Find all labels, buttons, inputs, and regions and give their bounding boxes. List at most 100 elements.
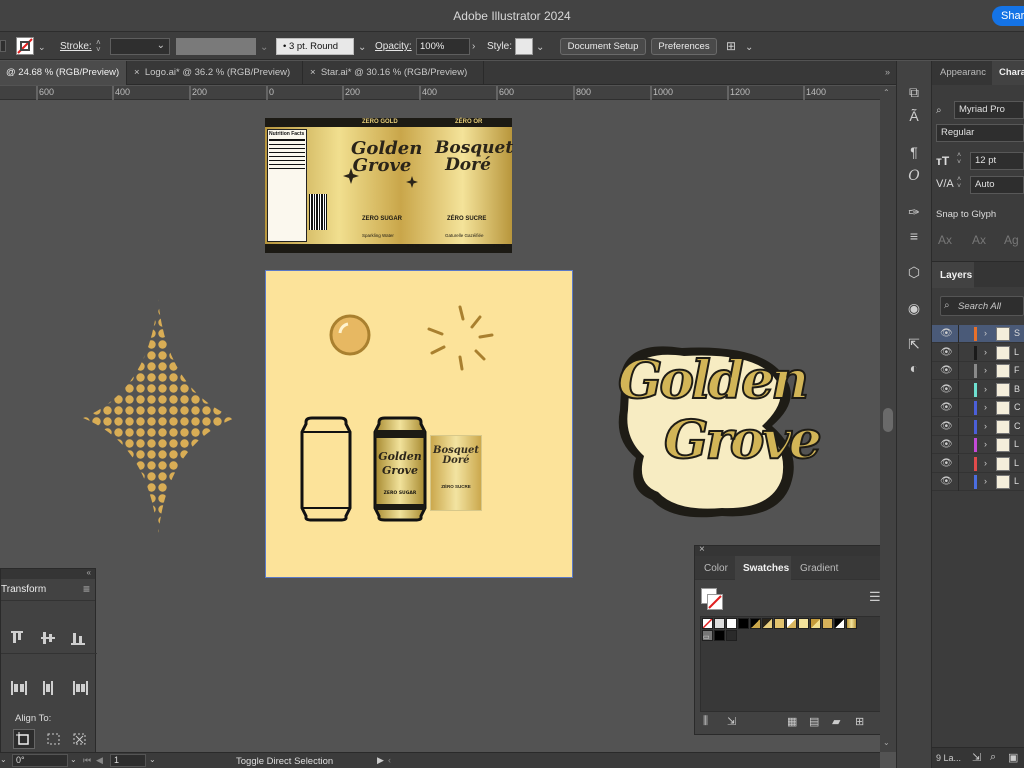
artboard-navigation-field[interactable]: 1	[110, 754, 146, 767]
swatch-gold-3[interactable]	[774, 618, 785, 629]
align-row-vertical-icons[interactable]	[9, 629, 89, 647]
stepper-icon[interactable]: ˄ ˅	[957, 176, 961, 190]
eye-icon[interactable]: 👁	[940, 328, 953, 339]
tab-layers[interactable]: Layers	[940, 270, 972, 281]
layer-row[interactable]: 👁 › L	[932, 343, 1024, 362]
swatch-gold-6[interactable]	[810, 618, 821, 629]
stroke-panel-icon[interactable]: ≡	[905, 227, 923, 245]
collapse-icon[interactable]: «	[87, 568, 91, 577]
eye-icon[interactable]: 👁	[940, 476, 953, 487]
snap-baseline-icon[interactable]: Ax	[938, 233, 952, 247]
layer-row[interactable]: 👁 › F	[932, 362, 1024, 380]
stroke-label[interactable]: Stroke:	[60, 41, 92, 52]
eye-icon[interactable]: 👁	[940, 421, 953, 432]
close-icon[interactable]: ×	[310, 67, 316, 78]
swatch-gold-2[interactable]	[762, 618, 773, 629]
stepper-icon[interactable]: ˄ ˅	[96, 39, 101, 54]
locate-object-icon[interactable]: ⌕	[990, 751, 996, 764]
swatch-gold-gradient[interactable]	[846, 618, 857, 629]
swatch-kind-icon[interactable]: ▦	[787, 715, 797, 728]
align-to-artboard-button[interactable]	[13, 729, 35, 749]
eye-icon[interactable]: 👁	[940, 347, 953, 358]
chevron-right-icon[interactable]: ›	[984, 328, 987, 338]
eye-icon[interactable]: 👁	[940, 365, 953, 376]
font-size-field[interactable]: 12 pt	[970, 152, 1024, 170]
swatch-gold-5[interactable]	[798, 618, 809, 629]
label-artboard[interactable]: Nutrition Facts ZERO GOLD ZÉRO OR Golden…	[265, 118, 513, 253]
swatch-bw[interactable]	[834, 618, 845, 629]
tab-character[interactable]: Chara	[999, 61, 1024, 85]
place-swatches-icon[interactable]: ⇲	[727, 715, 736, 728]
chevron-down-icon[interactable]: ⌄	[536, 42, 544, 53]
chevron-right-icon[interactable]: ›	[984, 347, 987, 357]
stroke-weight-field[interactable]: ⌄	[110, 38, 170, 55]
graphic-style-swatch[interactable]	[515, 38, 533, 55]
swatch-dark-gray[interactable]	[726, 630, 737, 641]
chevron-right-icon[interactable]: ›	[984, 365, 987, 375]
vertical-scrollbar[interactable]: ⌃ ⌄	[880, 86, 896, 752]
share-button[interactable]: Share	[992, 6, 1024, 26]
swatch-white[interactable]	[726, 618, 737, 629]
chevron-down-icon[interactable]: ⌄	[0, 755, 10, 764]
snap-glyph-bounds-icon[interactable]: Ag	[1004, 233, 1019, 247]
tab-appearance[interactable]: Appearanc	[940, 61, 986, 85]
first-artboard-icon[interactable]: ⏮	[83, 755, 91, 766]
chevron-right-icon[interactable]: ›	[984, 421, 987, 431]
variable-width-profile[interactable]	[176, 38, 256, 55]
list-view-icon[interactable]: ☰	[869, 589, 880, 605]
chevron-right-icon[interactable]: ›	[984, 439, 987, 449]
layer-row[interactable]: 👁 › L	[932, 454, 1024, 473]
clipping-mask-icon[interactable]: ▣	[1008, 751, 1018, 764]
swatch-folder[interactable]: ▭	[702, 630, 713, 641]
rotate-view-field[interactable]: 0°	[12, 754, 68, 767]
icons-artboard[interactable]: Golden Grove ZERO SUGAR Bosquet Doré ZÉRO…	[265, 270, 573, 578]
close-icon[interactable]: ×	[134, 67, 140, 78]
collapse-panels-icon[interactable]: »	[885, 67, 890, 77]
close-icon[interactable]: ×	[699, 544, 705, 555]
previous-artboard-icon[interactable]: ◀	[96, 755, 103, 766]
transform-tab[interactable]: Transform	[1, 584, 46, 595]
opentype-icon[interactable]: O	[905, 167, 923, 185]
scroll-up-icon[interactable]: ⌃	[883, 88, 890, 97]
leading-field[interactable]: Auto	[970, 176, 1024, 194]
swatch-gold-7[interactable]	[822, 618, 833, 629]
eye-icon[interactable]: 👁	[940, 402, 953, 413]
chevron-right-icon[interactable]: ›	[984, 458, 987, 468]
preferences-button[interactable]: Preferences	[651, 38, 717, 55]
new-color-group-icon[interactable]: ▰	[832, 715, 840, 728]
stepper-icon[interactable]: ˄ ˅	[957, 152, 961, 166]
swatch-gold-4[interactable]	[786, 618, 797, 629]
layer-row[interactable]: 👁 › S	[932, 325, 1024, 343]
eye-icon[interactable]: 👁	[940, 439, 953, 450]
swatch-black-2[interactable]	[714, 630, 725, 641]
fill-swatch[interactable]	[0, 40, 6, 52]
chevron-right-icon[interactable]: ›	[984, 384, 987, 394]
chevron-down-icon[interactable]: ⌄	[70, 755, 77, 764]
layer-row[interactable]: 👁 › L	[932, 436, 1024, 454]
opacity-label[interactable]: Opacity:	[375, 41, 412, 52]
golden-grove-logo-art[interactable]: Golden Grove	[612, 340, 823, 530]
layer-row[interactable]: 👁 › L	[932, 473, 1024, 491]
export-icon[interactable]: ⇱	[905, 335, 923, 353]
chevron-down-icon[interactable]: ⌄	[358, 42, 366, 53]
brush-definition-field[interactable]: • 3 pt. Round	[276, 38, 354, 55]
tab-color[interactable]: Color	[704, 563, 728, 574]
tab-star[interactable]: × Star.ai* @ 30.16 % (RGB/Preview)	[304, 61, 484, 85]
chevron-right-icon[interactable]: ›	[984, 476, 987, 486]
layer-row[interactable]: 👁 › C	[932, 417, 1024, 436]
chevron-down-icon[interactable]: ⌄	[745, 42, 753, 53]
opacity-field[interactable]: 100%	[416, 38, 470, 55]
tab-current-document[interactable]: @ 24.68 % (RGB/Preview)	[0, 61, 127, 85]
scroll-left-icon[interactable]: ‹	[388, 755, 391, 765]
export-icon[interactable]: ⇲	[972, 751, 981, 764]
eye-icon[interactable]: 👁	[940, 384, 953, 395]
stroke-swatch[interactable]	[707, 594, 723, 610]
scroll-thumb[interactable]	[883, 408, 893, 432]
align-to-selection-icon[interactable]	[45, 731, 63, 747]
chevron-down-icon[interactable]: ⌄	[149, 755, 156, 764]
panel-menu-icon[interactable]: ≡	[83, 582, 90, 596]
color-guide-icon[interactable]: ◉	[905, 299, 923, 317]
tab-gradient[interactable]: Gradient	[800, 563, 838, 574]
swatch-gold-1[interactable]	[750, 618, 761, 629]
snap-xheight-icon[interactable]: Ax	[972, 233, 986, 247]
